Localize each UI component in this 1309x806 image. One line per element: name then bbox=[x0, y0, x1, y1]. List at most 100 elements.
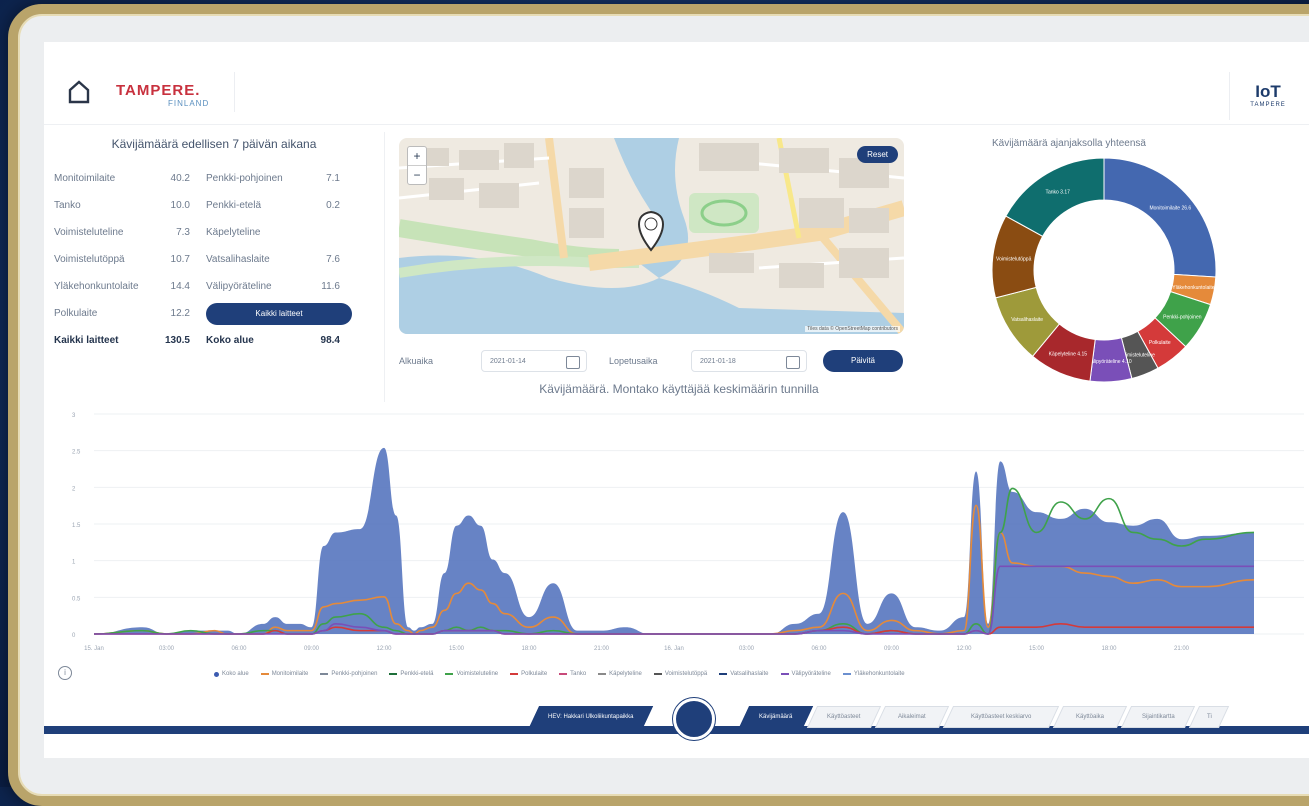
donut-title: Kävijämäärä ajanjaksolla yhteensä bbox=[992, 138, 1146, 149]
device-value: 0.2 bbox=[326, 200, 340, 211]
stats-title: Kävijämäärä edellisen 7 päivän aikana bbox=[111, 137, 317, 151]
legend-item[interactable]: Voimisteluteline bbox=[445, 671, 498, 677]
nav-tab-kayttoasteet[interactable]: Käyttöasteet bbox=[806, 706, 882, 728]
visitor-stats-panel: Kävijämäärä edellisen 7 päivän aikana Mo… bbox=[54, 137, 374, 354]
donut-slice[interactable] bbox=[1005, 157, 1105, 237]
nav-tab-aikaleimat[interactable]: Aikaleimat bbox=[874, 706, 950, 728]
legend-item[interactable]: Penkki-pohjoinen bbox=[320, 671, 377, 677]
total-label: Kaikki laitteet bbox=[54, 335, 119, 346]
brand-name: TAMPERE. bbox=[116, 82, 201, 99]
x-tick-label: 18:00 bbox=[1101, 646, 1117, 652]
stats-row: Polkulaite 12.2 Kaikki laitteet bbox=[54, 300, 374, 327]
stats-row: Yläkehonkuntolaite 14.4 Välipyöräteline … bbox=[54, 273, 374, 300]
device-name: Monitoimilaite bbox=[54, 173, 116, 184]
device-name: Voimistelutöppä bbox=[54, 254, 125, 265]
donut-slice-label: Voimistelutöppä bbox=[996, 257, 1032, 263]
dashboard-screen: TAMPERE. FINLAND IoT TAMPERE Kävijämäärä… bbox=[44, 42, 1309, 758]
device-name: Tanko bbox=[54, 200, 81, 211]
legend-item[interactable]: Vatsalihaslaite bbox=[719, 671, 769, 677]
legend-label: Penkki-pohjoinen bbox=[331, 671, 378, 677]
legend-item[interactable]: Käpelyteline bbox=[598, 671, 642, 677]
legend-label: Voimisteluteline bbox=[456, 671, 499, 677]
legend-item[interactable]: Yläkehonkuntolaite bbox=[842, 671, 905, 677]
calendar-icon[interactable] bbox=[786, 356, 800, 369]
update-button[interactable]: Päivitä bbox=[823, 350, 903, 372]
legend-label: Koko alue bbox=[222, 671, 249, 677]
stats-row: Tanko 10.0 Penkki-etelä 0.2 bbox=[54, 192, 374, 219]
area-value: 98.4 bbox=[320, 335, 340, 346]
device-name: Käpelyteline bbox=[206, 227, 261, 238]
map-reset-button[interactable]: Reset bbox=[857, 146, 898, 163]
legend-swatch bbox=[389, 673, 398, 675]
info-icon[interactable]: i bbox=[58, 666, 72, 680]
iot-logo-sub: TAMPERE bbox=[1250, 102, 1286, 108]
device-name: Polkulaite bbox=[54, 308, 98, 319]
legend-item[interactable]: Voimistelutöppä bbox=[653, 671, 707, 677]
calendar-icon[interactable] bbox=[566, 356, 580, 369]
donut-slice-label: Monitoimilaite 26.6 bbox=[1149, 206, 1191, 212]
legend-item[interactable]: Monitoimilaite bbox=[260, 671, 308, 677]
donut-slice-label: Tanko 3.17 bbox=[1045, 190, 1070, 196]
device-value: 10.7 bbox=[170, 254, 190, 265]
y-tick-label: 0 bbox=[72, 633, 76, 639]
legend-item[interactable]: Polkulaite bbox=[510, 671, 547, 677]
x-tick-label: 15:00 bbox=[449, 646, 465, 652]
nav-tab-more[interactable]: Ti bbox=[1188, 706, 1230, 728]
x-tick-label: 15:00 bbox=[1029, 646, 1045, 652]
iot-logo-text: IoT bbox=[1255, 82, 1281, 101]
start-date-value: 2021-01-14 bbox=[490, 358, 526, 365]
device-value: 7.6 bbox=[326, 254, 340, 265]
all-devices-button[interactable]: Kaikki laitteet bbox=[206, 302, 352, 325]
location-map[interactable]: + − Reset Tiles data © OpenStreetMap con… bbox=[399, 138, 904, 334]
legend-item[interactable]: Tanko bbox=[559, 671, 586, 677]
brand-divider bbox=[234, 72, 235, 112]
iot-hub-icon[interactable] bbox=[673, 698, 715, 740]
donut-slice[interactable] bbox=[1103, 157, 1217, 278]
iot-tampere-logo: IoT TAMPERE bbox=[1229, 72, 1306, 120]
donut-slice-label: Välipyöräteline 4.10 bbox=[1088, 359, 1132, 365]
hourly-visitors-chart: 0 0.5 1 1.5 2 2.5 3 15. Jan 03:00 06:00 09:00 12:00… bbox=[72, 413, 1304, 652]
hourly-chart-title: Kävijämäärä. Montako käyttäjää keskimäär… bbox=[539, 382, 819, 396]
tampere-logo: TAMPERE. FINLAND bbox=[116, 82, 209, 108]
stats-row: Monitoimilaite 40.2 Penkki-pohjoinen 7.1 bbox=[54, 165, 374, 192]
device-name: Yläkehonkuntolaite bbox=[54, 281, 139, 292]
home-icon[interactable] bbox=[68, 80, 90, 104]
legend-label: Tanko bbox=[570, 671, 587, 677]
legend-item[interactable]: Välipyöräteline bbox=[780, 671, 831, 677]
y-tick-label: 1 bbox=[72, 560, 76, 566]
zoom-out-button[interactable]: − bbox=[408, 165, 426, 184]
legend-item[interactable]: Penkki-etelä bbox=[389, 671, 433, 677]
stats-row: Voimistelutöppä 10.7 Vatsalihaslaite 7.6 bbox=[54, 246, 374, 273]
x-tick-label: 09:00 bbox=[304, 646, 320, 652]
donut-slice-label: Käpelyteline 4.15 bbox=[1049, 352, 1088, 358]
device-value: 12.2 bbox=[170, 308, 190, 319]
map-attribution: Tiles data © OpenStreetMap contributors bbox=[805, 326, 900, 332]
legend-label: Penkki-etelä bbox=[400, 671, 434, 677]
nav-tab-kayttoasteet-keskiarvo[interactable]: Käyttöasteet keskiarvo bbox=[942, 706, 1060, 728]
y-tick-label: 2.5 bbox=[72, 450, 81, 456]
x-tick-label: 18:00 bbox=[521, 646, 537, 652]
donut-slice-label: Yläkehonkuntolaite bbox=[1172, 285, 1214, 291]
nav-tab-kayttoaika[interactable]: Käyttöaika bbox=[1052, 706, 1128, 728]
donut-slice-label: Vatsalihaslaite bbox=[1011, 317, 1043, 323]
total-value: 130.5 bbox=[164, 335, 190, 346]
y-tick-label: 1.5 bbox=[72, 523, 81, 529]
device-value: 7.3 bbox=[176, 227, 190, 238]
visitor-donut-chart: Monitoimilaite 26.6 Yläkehonkuntolaite Pen… bbox=[991, 157, 1217, 383]
nav-location-tab[interactable]: HEV: Hakkari Ulkoliikuntapaikka bbox=[528, 706, 654, 728]
x-tick-label: 12:00 bbox=[376, 646, 392, 652]
zoom-in-button[interactable]: + bbox=[408, 147, 426, 165]
end-date-value: 2021-01-18 bbox=[700, 358, 736, 365]
device-name: Penkki-etelä bbox=[206, 200, 262, 211]
start-date-input[interactable]: 2021-01-14 bbox=[481, 350, 587, 372]
end-date-input[interactable]: 2021-01-18 bbox=[691, 350, 807, 372]
nav-tab-sijaintikartta[interactable]: Sijaintikartta bbox=[1120, 706, 1196, 728]
end-date-label: Lopetusaika bbox=[609, 356, 658, 366]
nav-tab-kavijamaara[interactable]: Kävijämäärä bbox=[738, 706, 814, 728]
map-zoom-control: + − bbox=[407, 146, 427, 185]
map-tiles bbox=[399, 138, 904, 334]
legend-item[interactable]: Koko alue bbox=[214, 671, 249, 677]
legend-label: Vatsalihaslaite bbox=[730, 671, 769, 677]
legend-swatch bbox=[780, 673, 789, 675]
area-series-koko-alue[interactable] bbox=[94, 447, 1254, 634]
